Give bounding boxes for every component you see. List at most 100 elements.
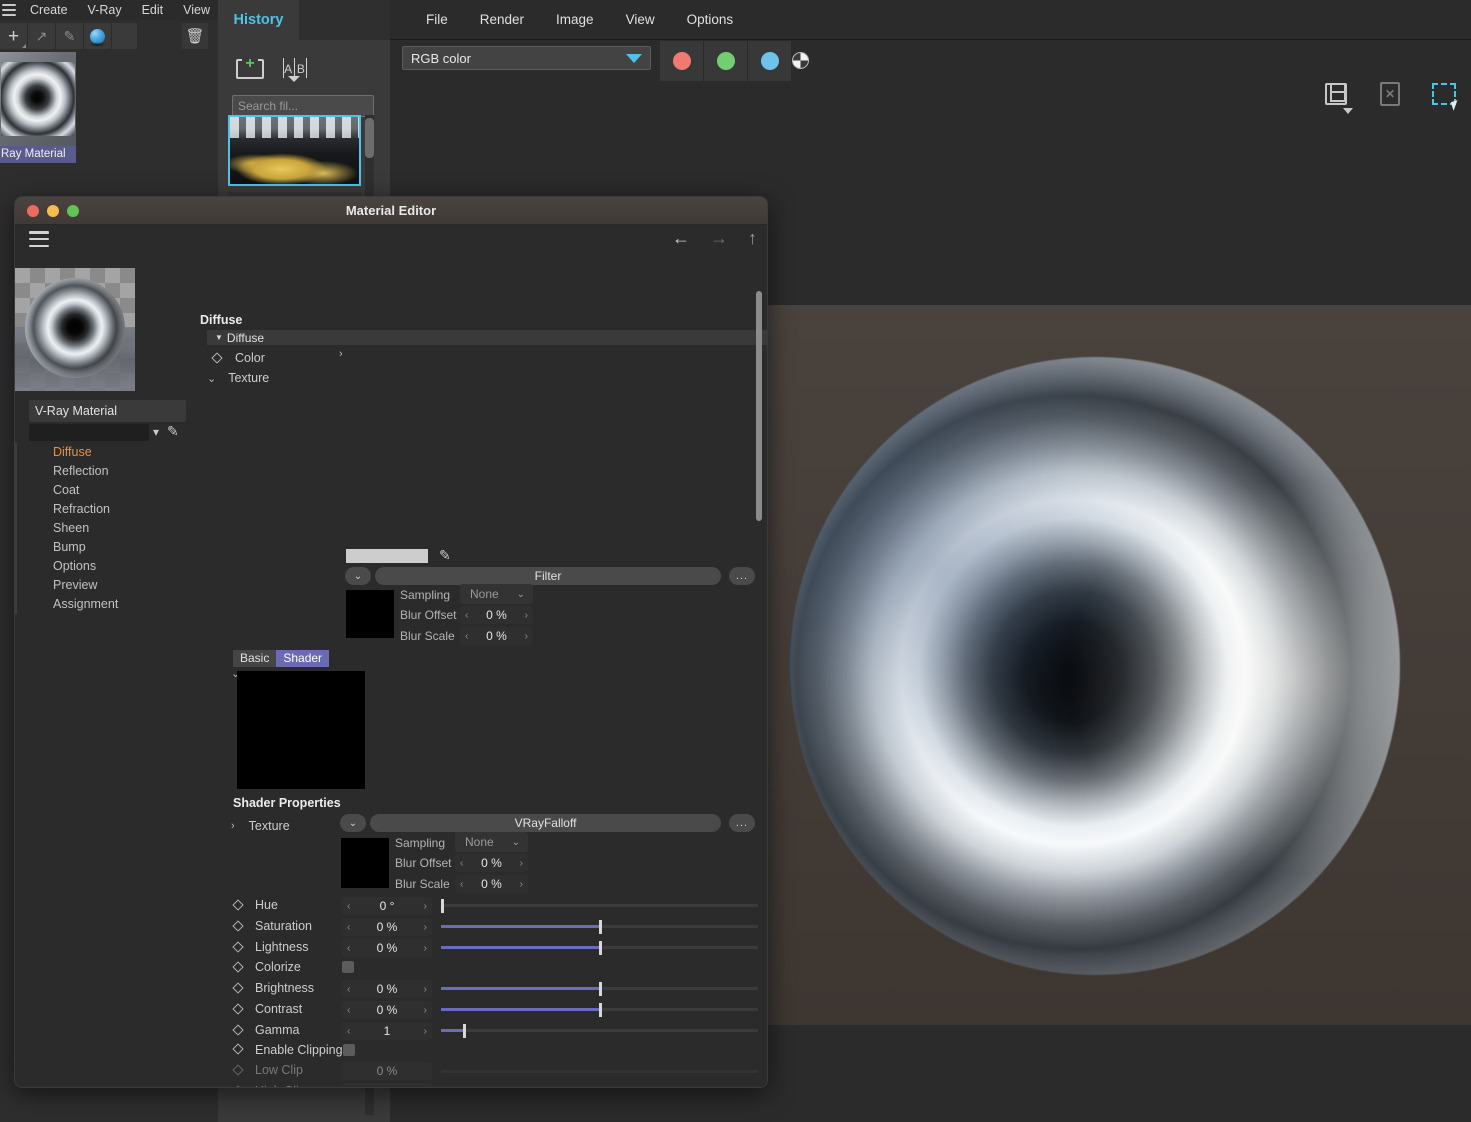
stepper-increment-icon[interactable]: › — [424, 901, 427, 912]
sidebar-item-preview[interactable]: Preview — [17, 576, 187, 595]
green-channel-button[interactable] — [704, 41, 748, 81]
sidebar-item-coat[interactable]: Coat — [17, 481, 187, 500]
menu-icon[interactable] — [29, 231, 49, 247]
add-material-submenu-icon[interactable] — [22, 44, 26, 48]
delete-material-button[interactable]: 🗑 — [182, 23, 208, 49]
sidebar-item-sheen[interactable]: Sheen — [17, 519, 187, 538]
render-menu-file[interactable]: File — [410, 12, 464, 27]
shader-texture-type-dropdown[interactable]: ⌄ — [340, 814, 366, 832]
forward-arrow-icon[interactable]: → — [710, 229, 728, 247]
sidebar-item-bump[interactable]: Bump — [17, 538, 187, 557]
sampling-select[interactable]: None ⌄ — [460, 584, 533, 604]
saturation-stepper[interactable]: ‹ 0 % › — [342, 918, 432, 936]
history-thumbnail-item[interactable] — [228, 115, 361, 186]
sidebar-item-diffuse[interactable]: Diffuse — [17, 443, 187, 462]
blur-scale-stepper[interactable]: ‹ 0 % › — [460, 627, 533, 645]
material-preview[interactable] — [15, 268, 135, 391]
shader-blur-scale-stepper[interactable]: ‹ 0 % › — [455, 875, 528, 893]
chevron-down-icon[interactable] — [1343, 108, 1353, 114]
history-scrollbar-thumb[interactable] — [365, 118, 374, 158]
material-editor-titlebar[interactable]: Material Editor — [15, 197, 767, 225]
colorize-checkbox[interactable] — [342, 961, 354, 973]
add-material-button[interactable]: + — [0, 23, 28, 49]
hue-slider-knob[interactable] — [441, 899, 444, 913]
sidebar-item-assignment[interactable]: Assignment — [17, 595, 187, 614]
hue-slider-track[interactable] — [441, 904, 758, 907]
shader-texture-more-button[interactable]: ... — [729, 814, 755, 832]
render-menu-image[interactable]: Image — [540, 12, 610, 27]
keyframe-diamond-icon[interactable] — [232, 899, 244, 911]
stepper-decrement-icon[interactable]: ‹ — [460, 858, 463, 869]
keyframe-diamond-icon[interactable] — [232, 961, 244, 973]
keyframe-diamond-icon[interactable] — [232, 1024, 244, 1036]
texture-name-field[interactable]: Filter — [375, 567, 721, 585]
contrast-slider-knob[interactable] — [599, 1003, 602, 1017]
minimize-button[interactable] — [47, 204, 59, 217]
add-frame-icon[interactable]: + — [236, 56, 264, 82]
stepper-decrement-icon[interactable]: ‹ — [460, 879, 463, 890]
stepper-decrement-icon[interactable]: ‹ — [347, 1005, 350, 1016]
search-input[interactable] — [233, 99, 393, 113]
stepper-increment-icon[interactable]: › — [424, 922, 427, 933]
lightness-slider-knob[interactable] — [599, 941, 602, 955]
texture-more-button[interactable]: ... — [729, 567, 755, 585]
red-channel-button[interactable] — [660, 41, 704, 81]
close-button[interactable] — [27, 204, 39, 217]
chevron-down-icon[interactable]: ⌄ — [207, 372, 216, 385]
keyframe-diamond-icon[interactable] — [232, 920, 244, 932]
shader-preview-thumbnail[interactable] — [237, 671, 365, 789]
menu-vray[interactable]: V-Ray — [78, 0, 132, 20]
enable-clipping-checkbox[interactable] — [343, 1044, 355, 1056]
history-search-box[interactable]: 🔍 — [232, 95, 422, 117]
app-menu-icon[interactable] — [2, 4, 16, 16]
stepper-decrement-icon[interactable]: ‹ — [465, 631, 468, 642]
saturation-slider-knob[interactable] — [599, 920, 602, 934]
stepper-increment-icon[interactable]: › — [520, 879, 523, 890]
stepper-decrement-icon[interactable]: ‹ — [347, 922, 350, 933]
stepper-decrement-icon[interactable]: ‹ — [465, 610, 468, 621]
shader-sampling-select[interactable]: None ⌄ — [455, 832, 528, 852]
material-swatch-item[interactable]: Ray Material — [0, 52, 76, 163]
eyedropper-icon[interactable]: ✎ — [167, 423, 179, 440]
render-menu-render[interactable]: Render — [464, 12, 540, 27]
preview-sphere-button[interactable] — [84, 23, 112, 49]
no-file-button[interactable]: ✕ — [1373, 77, 1407, 111]
eyedropper-icon[interactable]: ✎ — [439, 547, 451, 564]
keyframe-diamond-icon[interactable] — [211, 352, 223, 364]
render-region-button[interactable] — [1427, 77, 1461, 111]
sidebar-item-options[interactable]: Options — [17, 557, 187, 576]
lightness-stepper[interactable]: ‹ 0 % › — [342, 939, 432, 957]
pick-material-icon[interactable]: ✎ — [56, 23, 84, 49]
stepper-increment-icon[interactable]: › — [424, 1026, 427, 1037]
apply-material-button[interactable]: ↗ — [28, 23, 56, 49]
stepper-increment-icon[interactable]: › — [525, 631, 528, 642]
shader-blur-offset-stepper[interactable]: ‹ 0 % › — [455, 854, 528, 872]
stepper-decrement-icon[interactable]: ‹ — [347, 943, 350, 954]
stepper-decrement-icon[interactable]: ‹ — [347, 984, 350, 995]
render-menu-view[interactable]: View — [610, 12, 671, 27]
tab-basic[interactable]: Basic — [233, 650, 277, 667]
toolbar-spacer-button[interactable] — [112, 23, 138, 49]
gamma-stepper[interactable]: ‹ 1 › — [342, 1022, 432, 1040]
brightness-slider-knob[interactable] — [599, 982, 602, 996]
back-arrow-icon[interactable]: ← — [672, 229, 690, 247]
diffuse-group-header[interactable]: ▼ Diffuse — [207, 330, 767, 345]
stepper-increment-icon[interactable]: › — [520, 858, 523, 869]
contrast-stepper[interactable]: ‹ 0 % › — [342, 1001, 432, 1019]
up-arrow-icon[interactable]: ↑ — [748, 229, 757, 247]
color-format-select[interactable]: RGB color — [402, 46, 651, 70]
shader-texture-name-field[interactable]: VRayFalloff — [370, 814, 721, 832]
tab-history[interactable]: History — [218, 0, 299, 40]
stepper-increment-icon[interactable]: › — [424, 1005, 427, 1016]
chevron-down-icon[interactable]: ▾ — [153, 425, 159, 439]
material-search-field[interactable] — [29, 424, 149, 441]
blur-offset-stepper[interactable]: ‹ 0 % › — [460, 606, 533, 624]
brightness-stepper[interactable]: ‹ 0 % › — [342, 980, 432, 998]
keyframe-diamond-icon[interactable] — [232, 1043, 244, 1055]
sidebar-item-reflection[interactable]: Reflection — [17, 462, 187, 481]
hue-stepper[interactable]: ‹ 0 ° › — [342, 897, 432, 915]
sidebar-item-refraction[interactable]: Refraction — [17, 500, 187, 519]
gamma-slider-track[interactable] — [441, 1029, 758, 1032]
save-image-button[interactable] — [1319, 77, 1353, 114]
ab-compare-dropdown-icon[interactable] — [288, 76, 300, 82]
